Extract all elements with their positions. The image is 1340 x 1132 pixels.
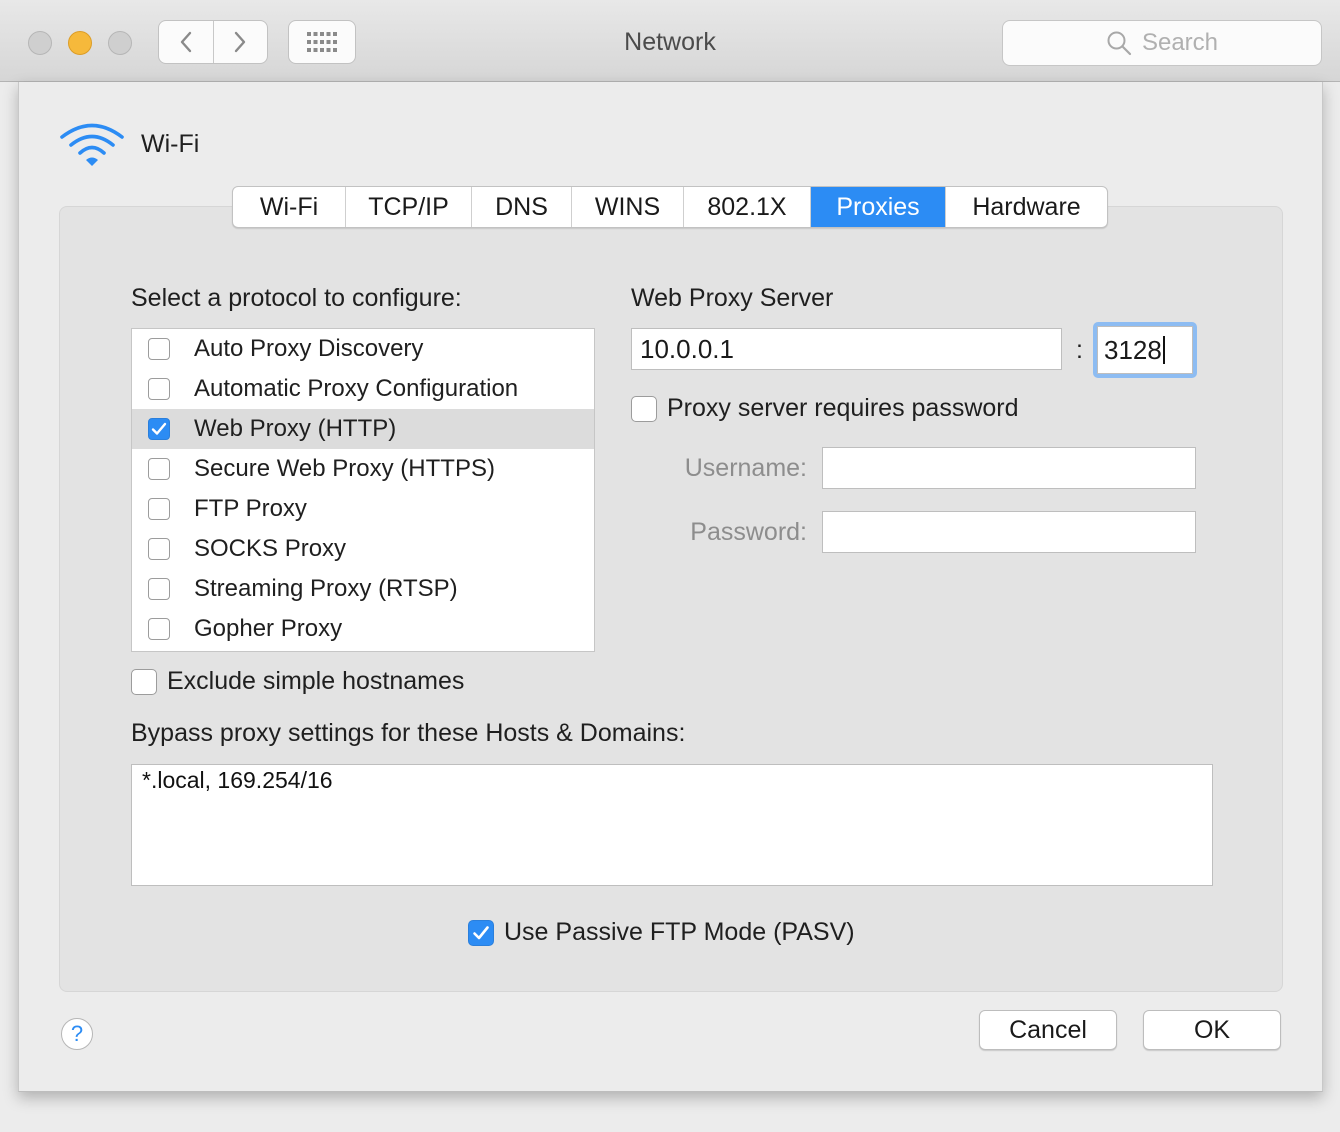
protocol-label: FTP Proxy (194, 495, 307, 522)
show-all-button[interactable] (288, 20, 356, 64)
protocol-checkbox[interactable] (148, 378, 170, 400)
protocol-item[interactable]: Streaming Proxy (RTSP) (132, 569, 594, 609)
passive-ftp-checkbox[interactable] (468, 919, 494, 946)
protocol-item[interactable]: Web Proxy (HTTP) (132, 409, 594, 449)
proxies-sheet: Wi-Fi Wi-Fi TCP/IP DNS WINS 802.1X Proxi… (18, 82, 1323, 1092)
exclude-simple-hostnames-label: Exclude simple hostnames (167, 667, 465, 695)
wifi-icon (60, 123, 124, 166)
protocol-checkbox[interactable] (148, 498, 170, 520)
navigation-buttons (158, 20, 268, 64)
tab-wifi[interactable]: Wi-Fi (233, 187, 345, 227)
tab-bar: Wi-Fi TCP/IP DNS WINS 802.1X Proxies Har… (232, 186, 1108, 228)
proxy-address-value: 10.0.0.1 (640, 333, 734, 364)
checkmark-icon (151, 422, 167, 435)
exclude-simple-hostnames-checkbox[interactable] (131, 668, 157, 695)
exclude-simple-hostnames-row[interactable]: Exclude simple hostnames (131, 667, 464, 696)
protocol-item[interactable]: SOCKS Proxy (132, 529, 594, 569)
title-bar: Network Search (0, 0, 1340, 82)
protocol-item[interactable]: Gopher Proxy (132, 609, 594, 649)
tab-wins[interactable]: WINS (571, 187, 683, 227)
protocol-checkbox[interactable] (148, 458, 170, 480)
protocol-checkbox[interactable] (148, 578, 170, 600)
protocol-item[interactable]: Secure Web Proxy (HTTPS) (132, 449, 594, 489)
zoom-window-button[interactable] (108, 31, 132, 55)
bypass-label: Bypass proxy settings for these Hosts & … (131, 719, 686, 747)
chevron-right-icon (235, 31, 246, 53)
passive-ftp-row[interactable]: Use Passive FTP Mode (PASV) (468, 918, 855, 947)
protocol-list: Auto Proxy Discovery Automatic Proxy Con… (131, 328, 595, 652)
close-window-button[interactable] (28, 31, 52, 55)
forward-button[interactable] (212, 21, 268, 63)
chevron-left-icon (180, 31, 191, 53)
tab-proxies[interactable]: Proxies (810, 187, 945, 227)
port-separator: : (1076, 336, 1083, 364)
password-field[interactable] (822, 511, 1196, 553)
tab-dns[interactable]: DNS (471, 187, 571, 227)
protocol-label: Web Proxy (HTTP) (194, 415, 397, 442)
requires-password-label: Proxy server requires password (667, 394, 1019, 422)
protocol-checkbox[interactable] (148, 538, 170, 560)
protocol-item[interactable]: FTP Proxy (132, 489, 594, 529)
requires-password-checkbox[interactable] (631, 395, 657, 422)
protocol-label: Streaming Proxy (RTSP) (194, 575, 458, 602)
protocol-label: Gopher Proxy (194, 615, 343, 642)
username-label: Username: (684, 454, 807, 482)
passive-ftp-label: Use Passive FTP Mode (PASV) (504, 918, 855, 946)
interface-header: Wi-Fi (59, 120, 199, 168)
protocol-label: SOCKS Proxy (194, 535, 347, 562)
proxy-server-heading: Web Proxy Server (631, 284, 834, 312)
username-field[interactable] (822, 447, 1196, 489)
search-field[interactable]: Search (1002, 20, 1322, 66)
proxy-address-field[interactable]: 10.0.0.1 (631, 328, 1062, 370)
requires-password-row[interactable]: Proxy server requires password (631, 394, 1019, 423)
protocol-item[interactable]: Auto Proxy Discovery (132, 329, 594, 369)
minimize-window-button[interactable] (68, 31, 92, 55)
ok-button[interactable]: OK (1143, 1010, 1281, 1050)
protocol-checkbox[interactable] (148, 418, 170, 440)
search-icon (1107, 31, 1132, 56)
proxy-port-value: 3128 (1104, 334, 1162, 365)
tab-8021x[interactable]: 802.1X (683, 187, 810, 227)
protocol-checkbox[interactable] (148, 338, 170, 360)
protocol-item[interactable]: Automatic Proxy Configuration (132, 369, 594, 409)
cancel-button[interactable]: Cancel (979, 1010, 1117, 1050)
checkmark-icon (473, 925, 489, 939)
help-icon: ? (70, 1021, 84, 1046)
bypass-hosts-textarea[interactable]: *.local, 169.254/16 (131, 764, 1213, 886)
protocol-checkbox[interactable] (148, 618, 170, 640)
protocol-label: Auto Proxy Discovery (194, 335, 424, 362)
protocol-label: Secure Web Proxy (HTTPS) (194, 455, 495, 482)
search-placeholder: Search (1141, 29, 1219, 56)
protocol-list-heading: Select a protocol to configure: (131, 284, 462, 312)
help-button[interactable]: ? (61, 1018, 93, 1050)
interface-name: Wi-Fi (141, 129, 200, 158)
password-label: Password: (690, 518, 807, 546)
tab-hardware[interactable]: Hardware (945, 187, 1107, 227)
protocol-label: Automatic Proxy Configuration (194, 375, 519, 402)
grid-icon (307, 32, 337, 52)
proxy-port-field[interactable]: 3128 (1097, 326, 1193, 374)
text-cursor (1162, 336, 1165, 364)
back-button[interactable] (159, 21, 213, 63)
bypass-hosts-value: *.local, 169.254/16 (142, 767, 333, 793)
tab-tcpip[interactable]: TCP/IP (345, 187, 471, 227)
